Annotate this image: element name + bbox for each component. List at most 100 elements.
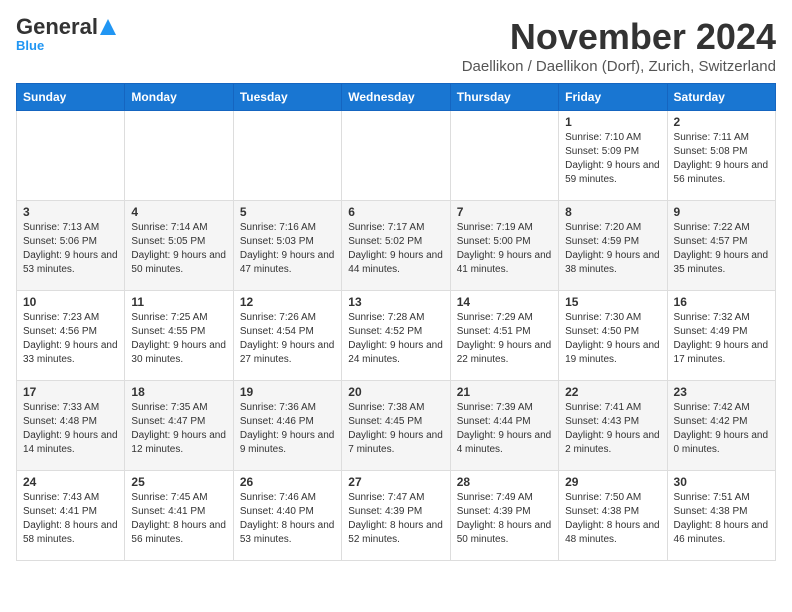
calendar-cell: 30 Sunrise: 7:51 AM Sunset: 4:38 PM Dayli… xyxy=(667,471,775,561)
day-number: 15 xyxy=(565,295,660,309)
day-info: Sunrise: 7:17 AM Sunset: 5:02 PM Dayligh… xyxy=(348,221,443,277)
calendar-header-row: SundayMondayTuesdayWednesdayThursdayFrid… xyxy=(17,84,776,111)
location-title: Daellikon / Daellikon (Dorf), Zurich, Sw… xyxy=(462,58,776,75)
day-number: 28 xyxy=(457,475,552,489)
calendar-cell: 17 Sunrise: 7:33 AM Sunset: 4:48 PM Dayli… xyxy=(17,381,125,471)
day-info: Sunrise: 7:51 AM Sunset: 4:38 PM Dayligh… xyxy=(674,491,769,547)
calendar-cell xyxy=(17,111,125,201)
calendar-cell: 12 Sunrise: 7:26 AM Sunset: 4:54 PM Dayli… xyxy=(233,291,341,381)
page-header: General Blue November 2024 Daellikon / D… xyxy=(16,16,776,75)
calendar-cell: 27Sunrise: 7:47 AM Sunset: 4:39 PM Dayli… xyxy=(342,471,450,561)
day-info: Sunrise: 7:50 AM Sunset: 4:38 PM Dayligh… xyxy=(565,491,660,547)
logo: General Blue xyxy=(16,16,118,53)
day-header-thursday: Thursday xyxy=(450,84,558,111)
calendar-cell xyxy=(450,111,558,201)
calendar-cell: 2Sunrise: 7:11 AM Sunset: 5:08 PM Daylig… xyxy=(667,111,775,201)
day-number: 5 xyxy=(240,205,335,219)
calendar-cell: 1 Sunrise: 7:10 AM Sunset: 5:09 PM Daylig… xyxy=(559,111,667,201)
day-number: 20 xyxy=(348,385,443,399)
calendar-week-row: 3 Sunrise: 7:13 AM Sunset: 5:06 PM Daylig… xyxy=(17,201,776,291)
day-number: 12 xyxy=(240,295,335,309)
calendar-cell: 28 Sunrise: 7:49 AM Sunset: 4:39 PM Dayli… xyxy=(450,471,558,561)
day-number: 19 xyxy=(240,385,335,399)
calendar-cell: 7 Sunrise: 7:19 AM Sunset: 5:00 PM Daylig… xyxy=(450,201,558,291)
day-number: 26 xyxy=(240,475,335,489)
day-info: Sunrise: 7:19 AM Sunset: 5:00 PM Dayligh… xyxy=(457,221,552,277)
day-number: 6 xyxy=(348,205,443,219)
day-info: Sunrise: 7:11 AM Sunset: 5:08 PM Dayligh… xyxy=(674,131,769,187)
day-header-friday: Friday xyxy=(559,84,667,111)
day-info: Sunrise: 7:10 AM Sunset: 5:09 PM Dayligh… xyxy=(565,131,660,187)
day-number: 23 xyxy=(674,385,769,399)
day-number: 7 xyxy=(457,205,552,219)
day-info: Sunrise: 7:42 AM Sunset: 4:42 PM Dayligh… xyxy=(674,401,769,457)
logo-arrow-icon xyxy=(98,17,118,37)
day-info: Sunrise: 7:28 AM Sunset: 4:52 PM Dayligh… xyxy=(348,311,443,367)
day-info: Sunrise: 7:47 AM Sunset: 4:39 PM Dayligh… xyxy=(348,491,443,547)
day-number: 17 xyxy=(23,385,118,399)
day-number: 16 xyxy=(674,295,769,309)
calendar-cell: 15 Sunrise: 7:30 AM Sunset: 4:50 PM Dayli… xyxy=(559,291,667,381)
day-info: Sunrise: 7:39 AM Sunset: 4:44 PM Dayligh… xyxy=(457,401,552,457)
month-title: November 2024 xyxy=(462,16,776,58)
calendar-cell: 3 Sunrise: 7:13 AM Sunset: 5:06 PM Daylig… xyxy=(17,201,125,291)
calendar-cell: 5 Sunrise: 7:16 AM Sunset: 5:03 PM Daylig… xyxy=(233,201,341,291)
calendar-cell: 8 Sunrise: 7:20 AM Sunset: 4:59 PM Daylig… xyxy=(559,201,667,291)
calendar-week-row: 17 Sunrise: 7:33 AM Sunset: 4:48 PM Dayli… xyxy=(17,381,776,471)
day-number: 25 xyxy=(131,475,226,489)
calendar-cell xyxy=(125,111,233,201)
calendar-cell: 29 Sunrise: 7:50 AM Sunset: 4:38 PM Dayli… xyxy=(559,471,667,561)
day-number: 1 xyxy=(565,115,660,129)
calendar-cell: 6 Sunrise: 7:17 AM Sunset: 5:02 PM Daylig… xyxy=(342,201,450,291)
calendar-cell: 21 Sunrise: 7:39 AM Sunset: 4:44 PM Dayli… xyxy=(450,381,558,471)
calendar-cell: 25 Sunrise: 7:45 AM Sunset: 4:41 PM Dayli… xyxy=(125,471,233,561)
calendar-cell: 20 Sunrise: 7:38 AM Sunset: 4:45 PM Dayli… xyxy=(342,381,450,471)
day-info: Sunrise: 7:43 AM Sunset: 4:41 PM Dayligh… xyxy=(23,491,118,547)
calendar-cell: 24 Sunrise: 7:43 AM Sunset: 4:41 PM Dayli… xyxy=(17,471,125,561)
day-info: Sunrise: 7:33 AM Sunset: 4:48 PM Dayligh… xyxy=(23,401,118,457)
day-header-saturday: Saturday xyxy=(667,84,775,111)
day-number: 18 xyxy=(131,385,226,399)
calendar-cell: 18 Sunrise: 7:35 AM Sunset: 4:47 PM Dayli… xyxy=(125,381,233,471)
day-info: Sunrise: 7:13 AM Sunset: 5:06 PM Dayligh… xyxy=(23,221,118,277)
calendar-cell: 11Sunrise: 7:25 AM Sunset: 4:55 PM Dayli… xyxy=(125,291,233,381)
calendar-cell xyxy=(233,111,341,201)
calendar-week-row: 10 Sunrise: 7:23 AM Sunset: 4:56 PM Dayli… xyxy=(17,291,776,381)
day-number: 3 xyxy=(23,205,118,219)
day-number: 29 xyxy=(565,475,660,489)
calendar-cell: 23 Sunrise: 7:42 AM Sunset: 4:42 PM Dayli… xyxy=(667,381,775,471)
calendar-cell xyxy=(342,111,450,201)
day-header-sunday: Sunday xyxy=(17,84,125,111)
calendar-table: SundayMondayTuesdayWednesdayThursdayFrid… xyxy=(16,83,776,561)
day-info: Sunrise: 7:35 AM Sunset: 4:47 PM Dayligh… xyxy=(131,401,226,457)
day-info: Sunrise: 7:29 AM Sunset: 4:51 PM Dayligh… xyxy=(457,311,552,367)
calendar-cell: 19 Sunrise: 7:36 AM Sunset: 4:46 PM Dayli… xyxy=(233,381,341,471)
calendar-cell: 26 Sunrise: 7:46 AM Sunset: 4:40 PM Dayli… xyxy=(233,471,341,561)
day-number: 11 xyxy=(131,295,226,309)
day-info: Sunrise: 7:45 AM Sunset: 4:41 PM Dayligh… xyxy=(131,491,226,547)
day-info: Sunrise: 7:49 AM Sunset: 4:39 PM Dayligh… xyxy=(457,491,552,547)
day-info: Sunrise: 7:22 AM Sunset: 4:57 PM Dayligh… xyxy=(674,221,769,277)
calendar-cell: 22Sunrise: 7:41 AM Sunset: 4:43 PM Dayli… xyxy=(559,381,667,471)
day-number: 4 xyxy=(131,205,226,219)
calendar-cell: 10 Sunrise: 7:23 AM Sunset: 4:56 PM Dayli… xyxy=(17,291,125,381)
day-number: 21 xyxy=(457,385,552,399)
day-number: 10 xyxy=(23,295,118,309)
day-info: Sunrise: 7:46 AM Sunset: 4:40 PM Dayligh… xyxy=(240,491,335,547)
calendar-week-row: 1 Sunrise: 7:10 AM Sunset: 5:09 PM Daylig… xyxy=(17,111,776,201)
day-number: 13 xyxy=(348,295,443,309)
day-number: 8 xyxy=(565,205,660,219)
day-info: Sunrise: 7:20 AM Sunset: 4:59 PM Dayligh… xyxy=(565,221,660,277)
day-header-monday: Monday xyxy=(125,84,233,111)
day-number: 24 xyxy=(23,475,118,489)
day-info: Sunrise: 7:38 AM Sunset: 4:45 PM Dayligh… xyxy=(348,401,443,457)
day-number: 30 xyxy=(674,475,769,489)
day-info: Sunrise: 7:36 AM Sunset: 4:46 PM Dayligh… xyxy=(240,401,335,457)
day-info: Sunrise: 7:41 AM Sunset: 4:43 PM Dayligh… xyxy=(565,401,660,457)
day-info: Sunrise: 7:26 AM Sunset: 4:54 PM Dayligh… xyxy=(240,311,335,367)
calendar-cell: 9Sunrise: 7:22 AM Sunset: 4:57 PM Daylig… xyxy=(667,201,775,291)
day-number: 14 xyxy=(457,295,552,309)
day-info: Sunrise: 7:16 AM Sunset: 5:03 PM Dayligh… xyxy=(240,221,335,277)
day-info: Sunrise: 7:30 AM Sunset: 4:50 PM Dayligh… xyxy=(565,311,660,367)
day-info: Sunrise: 7:23 AM Sunset: 4:56 PM Dayligh… xyxy=(23,311,118,367)
